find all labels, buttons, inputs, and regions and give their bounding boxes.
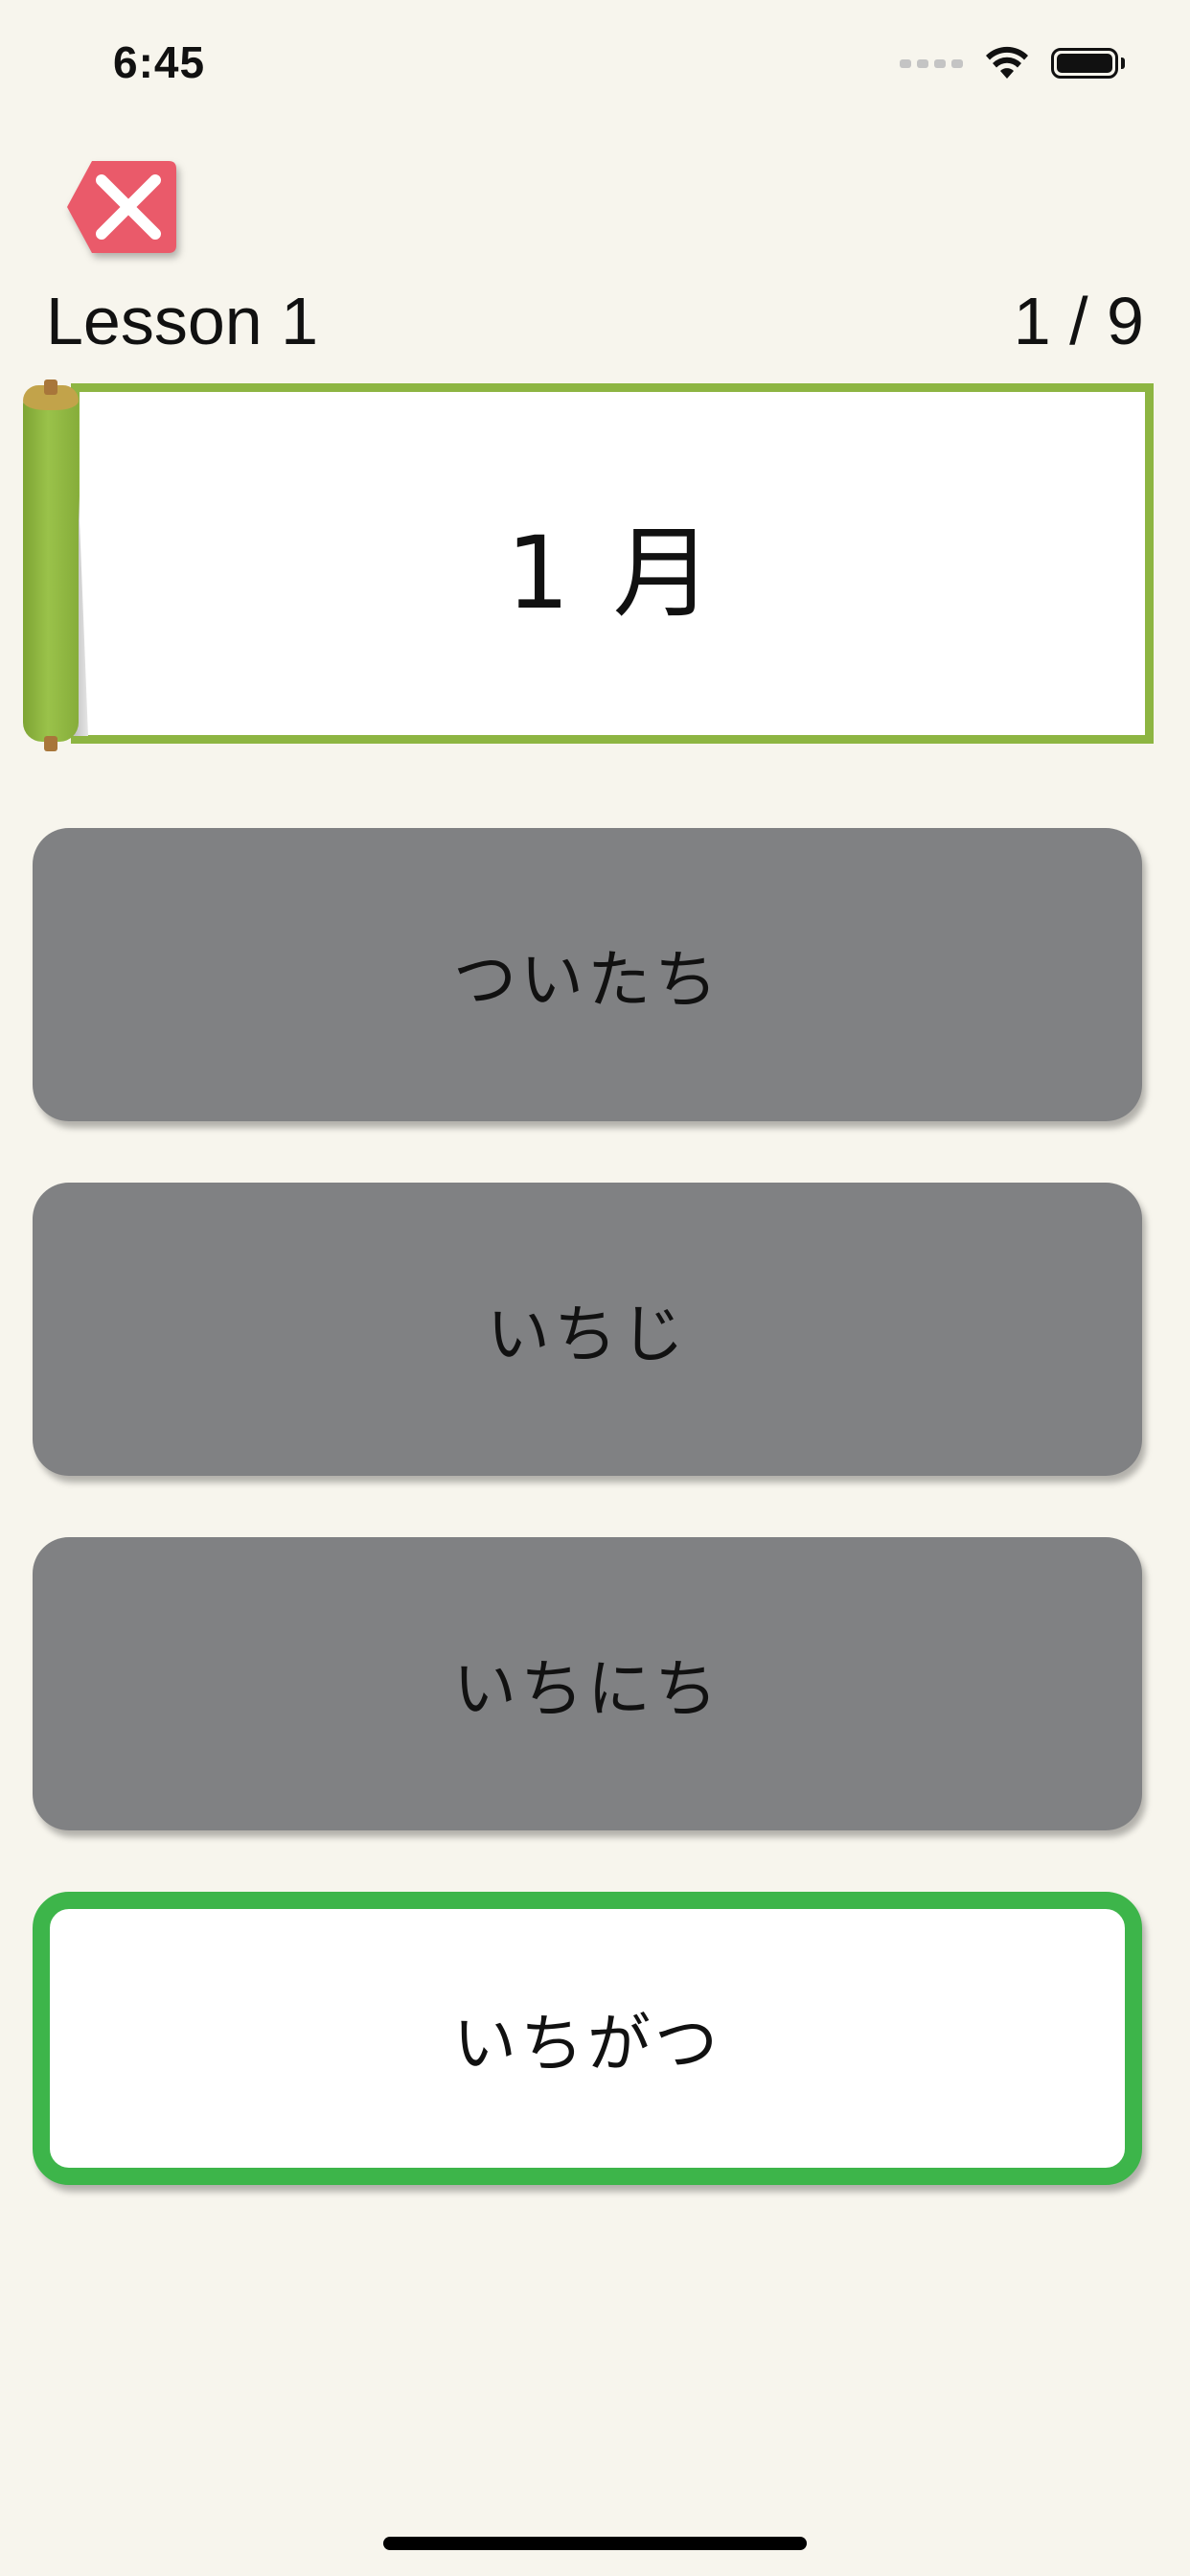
scroll-roll	[23, 385, 79, 742]
scroll-pin-top	[44, 380, 57, 395]
answer-option-2[interactable]: いちじ	[33, 1183, 1142, 1476]
answer-option-1[interactable]: ついたち	[33, 828, 1142, 1121]
answer-option-4-correct[interactable]: いちがつ	[33, 1892, 1142, 2185]
scroll-pin-bottom	[44, 736, 57, 751]
progress-counter: 1 / 9	[1013, 284, 1144, 358]
option-label: ついたち	[453, 943, 721, 1017]
question-card: 1 月	[23, 380, 1154, 755]
option-label: いちじ	[487, 1298, 688, 1371]
question-text: 1 月	[506, 514, 719, 632]
home-indicator[interactable]	[383, 2537, 807, 2550]
battery-icon	[1051, 48, 1125, 79]
option-label: いちがつ	[453, 2007, 721, 2081]
signal-icon	[900, 58, 963, 68]
close-icon	[67, 161, 176, 253]
option-label: いちにち	[453, 1652, 721, 1726]
wifi-icon	[986, 46, 1028, 79]
status-time: 6:45	[113, 37, 206, 87]
lesson-title: Lesson 1	[46, 284, 319, 358]
close-button[interactable]	[65, 159, 178, 255]
status-icons	[900, 44, 1125, 82]
question-frame: 1 月	[71, 383, 1154, 744]
answer-option-3[interactable]: いちにち	[33, 1537, 1142, 1830]
